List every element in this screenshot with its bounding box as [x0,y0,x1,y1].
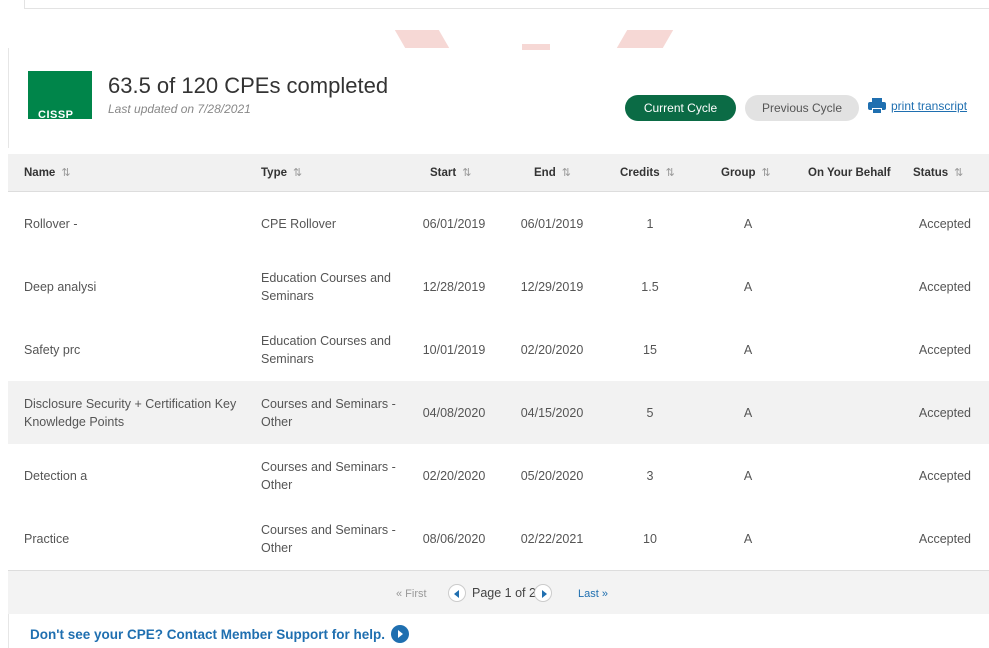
print-transcript-link[interactable]: print transcript [868,98,967,114]
cpe-transcript-page: CISSP 63.5 of 120 CPEs completed Last up… [0,0,989,648]
column-header-on-your-behalf: On Your Behalf [808,167,891,179]
cell-name: Deep analysi [24,279,97,294]
cell-credits: 5 [646,405,654,420]
cell-type: CPE Rollover [261,216,337,231]
column-header-end[interactable]: End ⇅ [534,154,571,192]
previous-cycle-button[interactable]: Previous Cycle [745,95,859,121]
cell-group: A [743,216,753,231]
member-support-text[interactable]: Don't see your CPE? Contact Member Suppo… [30,627,385,642]
current-cycle-button[interactable]: Current Cycle [625,95,736,121]
chevron-right-icon [542,590,547,598]
cell-group: A [743,342,753,357]
cell-type: Education Courses and Seminars [261,333,391,366]
cell-start: 10/01/2019 [422,342,486,357]
cell-group: A [743,279,753,294]
sort-icon: ⇅ [293,167,303,179]
cell-end: 12/29/2019 [520,279,584,294]
table-row[interactable]: Deep analysi Education Courses and Semin… [8,255,989,318]
column-header-start[interactable]: Start ⇅ [430,154,471,192]
cell-status: Accepted [918,531,971,546]
cell-start: 02/20/2020 [422,468,486,483]
cell-start: 12/28/2019 [422,279,486,294]
first-page-link[interactable]: « First [396,588,427,600]
cell-type: Courses and Seminars - Other [261,522,396,555]
cell-type: Courses and Seminars - Other [261,459,396,492]
table-header: Name ⇅ Type ⇅ Start ⇅ End ⇅ Credits ⇅ Group ⇅ … [8,154,989,192]
sort-icon: ⇅ [954,167,964,179]
cell-end: 02/22/2021 [520,531,584,546]
cissp-logo: CISSP [28,71,92,119]
cell-end: 05/20/2020 [520,468,584,483]
member-support-link[interactable]: Don't see your CPE? Contact Member Suppo… [30,625,409,643]
cell-name: Detection a [24,468,88,483]
cpe-progress-headline: 63.5 of 120 CPEs completed [108,73,389,98]
cell-end: 04/15/2020 [520,405,584,420]
cell-status: Accepted [918,279,971,294]
cell-credits: 3 [646,468,654,483]
table-row[interactable]: Disclosure Security + Certification Key … [8,381,989,444]
sort-icon: ⇅ [462,167,472,179]
cell-type: Courses and Seminars - Other [261,396,396,429]
sort-icon: ⇅ [761,167,771,179]
cell-name: Safety prc [24,342,81,357]
cell-credits: 15 [643,342,657,357]
cell-status: Accepted [918,216,971,231]
card-border [8,48,9,148]
table-row[interactable]: Detection a Courses and Seminars - Other… [8,444,989,507]
table-row[interactable]: Practice Courses and Seminars - Other 08… [8,507,989,570]
cell-end: 02/20/2020 [520,342,584,357]
decorative-shape [394,30,450,48]
cell-end: 06/01/2019 [520,216,584,231]
table-row[interactable]: Rollover - CPE Rollover 06/01/2019 06/01… [8,192,989,255]
last-page-link[interactable]: Last » [578,588,608,600]
cell-start: 06/01/2019 [422,216,486,231]
printer-icon [868,98,886,114]
cell-credits: 1.5 [641,279,659,294]
column-header-group[interactable]: Group ⇅ [721,154,771,192]
sort-icon: ⇅ [61,167,71,179]
sort-icon: ⇅ [665,167,675,179]
cell-name: Rollover - [24,216,78,231]
table-row[interactable]: Safety prc Education Courses and Seminar… [8,318,989,381]
chevron-left-icon [454,590,459,598]
sort-icon: ⇅ [561,167,571,179]
cell-type: Education Courses and Seminars [261,270,391,303]
print-transcript-label[interactable]: print transcript [891,99,967,113]
card-border [8,614,9,648]
cell-name: Practice [24,531,70,546]
pagination-bar: « First Page 1 of 2 Last » [8,570,989,614]
column-header-status[interactable]: Status ⇅ [913,154,963,192]
cell-start: 04/08/2020 [422,405,486,420]
decorative-shape [616,30,674,48]
next-page-button[interactable] [534,584,552,602]
last-updated-text: Last updated on 7/28/2021 [108,102,251,116]
column-header-credits[interactable]: Credits ⇅ [620,154,675,192]
previous-page-button[interactable] [448,584,466,602]
cell-group: A [743,405,753,420]
cell-start: 08/06/2020 [422,531,486,546]
cell-status: Accepted [918,468,971,483]
logo-text: CISSP [38,109,74,119]
cell-credits: 10 [643,531,657,546]
column-header-name[interactable]: Name ⇅ [24,154,71,192]
cell-status: Accepted [918,405,971,420]
column-header-type[interactable]: Type ⇅ [261,154,302,192]
top-card-edge [24,0,989,9]
cell-status: Accepted [918,342,971,357]
cell-group: A [743,531,753,546]
page-indicator: Page 1 of 2 [472,586,536,600]
cell-group: A [743,468,753,483]
decorative-shape [522,44,550,50]
cell-credits: 1 [646,216,654,231]
arrow-circle-right-icon[interactable] [391,625,409,643]
cell-name: Disclosure Security + Certification Key … [24,396,237,429]
